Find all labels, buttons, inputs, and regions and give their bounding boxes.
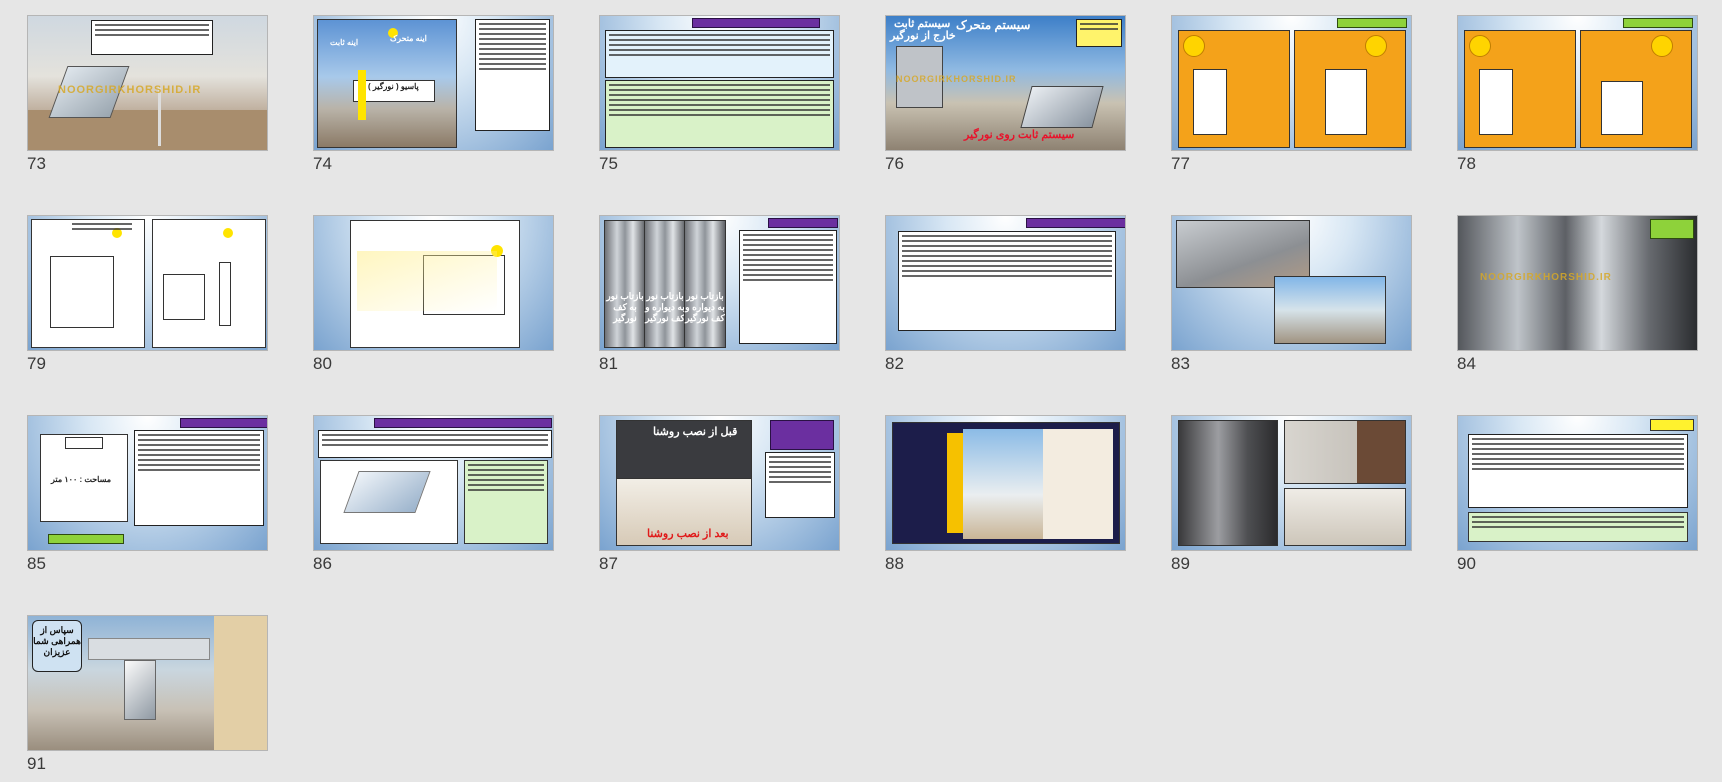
slide-77-preview [1171, 15, 1412, 151]
slide-76-moving-label: سیستم متحرک [956, 18, 1031, 32]
slide-thumbnail-75[interactable]: 75 [599, 15, 840, 173]
slide-75-preview [599, 15, 840, 151]
slide-81-panel-2: بازتاب نور به دیواره و کف نورگیر [645, 291, 685, 323]
slide-number: 85 [27, 554, 46, 573]
slide-thumbnail-76[interactable]: سیستم متحرک سیستم ثابت خارج از نورگیر سی… [885, 15, 1126, 173]
slide-sorter-grid: NOORGIRKHORSHID.IR 73 پاسیو ( نورگیر ) ا… [0, 0, 1722, 782]
slide-76-watermark: NOORGIRKHORSHID.IR [896, 74, 1017, 84]
slide-number: 76 [885, 154, 904, 173]
slide-83-preview [1171, 215, 1412, 351]
slide-76-outside-label: خارج از نورگیر [890, 30, 956, 42]
slide-84-watermark: NOORGIRKHORSHID.IR [1480, 272, 1612, 283]
slide-91-preview: سپاس از همراهی شما عزیزان [27, 615, 268, 751]
slide-79-preview [27, 215, 268, 351]
slide-number: 84 [1457, 354, 1476, 373]
slide-90-preview [1457, 415, 1698, 551]
slide-number: 75 [599, 154, 618, 173]
slide-81-preview: بازتاب نور به کف نورگیر بازتاب نور به دی… [599, 215, 840, 351]
slide-74-moving-label: اینه متحرک [390, 34, 427, 43]
slide-thumbnail-91[interactable]: سپاس از همراهی شما عزیزان 91 [27, 615, 268, 773]
slide-thumbnail-77[interactable]: 77 [1171, 15, 1412, 173]
slide-number: 82 [885, 354, 904, 373]
slide-number: 81 [599, 354, 618, 373]
slide-thumbnail-84[interactable]: NOORGIRKHORSHID.IR 84 [1457, 215, 1698, 373]
slide-85-area-label: مساحت : ۱۰۰ متر [51, 475, 112, 484]
slide-number: 74 [313, 154, 332, 173]
slide-76-preview: سیستم متحرک سیستم ثابت خارج از نورگیر سی… [885, 15, 1126, 151]
slide-number: 80 [313, 354, 332, 373]
slide-73-preview: NOORGIRKHORSHID.IR [27, 15, 268, 151]
slide-number: 78 [1457, 154, 1476, 173]
slide-88-preview [885, 415, 1126, 551]
slide-86-preview [313, 415, 554, 551]
slide-thumbnail-80[interactable]: 80 [313, 215, 554, 373]
slide-thumbnail-83[interactable]: 83 [1171, 215, 1412, 373]
slide-84-preview: NOORGIRKHORSHID.IR [1457, 215, 1698, 351]
slide-76-onskylight-label: سیستم ثابت روی نورگیر [964, 129, 1075, 141]
slide-82-preview [885, 215, 1126, 351]
slide-thumbnail-74[interactable]: پاسیو ( نورگیر ) اینه متحرک اینه ثابت 74 [313, 15, 554, 173]
slide-number: 83 [1171, 354, 1190, 373]
slide-thumbnail-73[interactable]: NOORGIRKHORSHID.IR 73 [27, 15, 268, 173]
slide-thumbnail-88[interactable]: 88 [885, 415, 1126, 573]
slide-81-panel-1: بازتاب نور به کف نورگیر [606, 291, 644, 323]
slide-number: 90 [1457, 554, 1476, 573]
slide-74-passive-label: پاسیو ( نورگیر ) [368, 82, 419, 91]
slide-number: 87 [599, 554, 618, 573]
slide-91-thanks: سپاس از همراهی شما عزیزان [32, 620, 82, 672]
slide-74-preview: پاسیو ( نورگیر ) اینه متحرک اینه ثابت [313, 15, 554, 151]
slide-87-preview: قبل از نصب روشنا بعد از نصب روشنا [599, 415, 840, 551]
slide-87-before-label: قبل از نصب روشنا [653, 426, 738, 438]
slide-thumbnail-82[interactable]: 82 [885, 215, 1126, 373]
slide-73-watermark: NOORGIRKHORSHID.IR [58, 84, 202, 96]
slide-81-panel-3: بازتاب نور به دیواره و کف نورگیر [685, 291, 725, 323]
slide-thumbnail-85[interactable]: مساحت : ۱۰۰ متر 85 [27, 415, 268, 573]
slide-number: 88 [885, 554, 904, 573]
slide-number: 77 [1171, 154, 1190, 173]
slide-thumbnail-79[interactable]: 79 [27, 215, 268, 373]
slide-89-preview [1171, 415, 1412, 551]
slide-thumbnail-89[interactable]: 89 [1171, 415, 1412, 573]
slide-number: 73 [27, 154, 46, 173]
slide-thumbnail-90[interactable]: 90 [1457, 415, 1698, 573]
slide-thumbnail-87[interactable]: قبل از نصب روشنا بعد از نصب روشنا 87 [599, 415, 840, 573]
slide-number: 91 [27, 754, 46, 773]
slide-78-preview [1457, 15, 1698, 151]
slide-87-after-label: بعد از نصب روشنا [647, 528, 729, 540]
slide-85-preview: مساحت : ۱۰۰ متر [27, 415, 268, 551]
slide-number: 86 [313, 554, 332, 573]
slide-number: 89 [1171, 554, 1190, 573]
slide-80-preview [313, 215, 554, 351]
slide-thumbnail-81[interactable]: بازتاب نور به کف نورگیر بازتاب نور به دی… [599, 215, 840, 373]
slide-thumbnail-86[interactable]: 86 [313, 415, 554, 573]
slide-74-fixed-label: اینه ثابت [330, 38, 359, 47]
slide-number: 79 [27, 354, 46, 373]
slide-thumbnail-78[interactable]: 78 [1457, 15, 1698, 173]
